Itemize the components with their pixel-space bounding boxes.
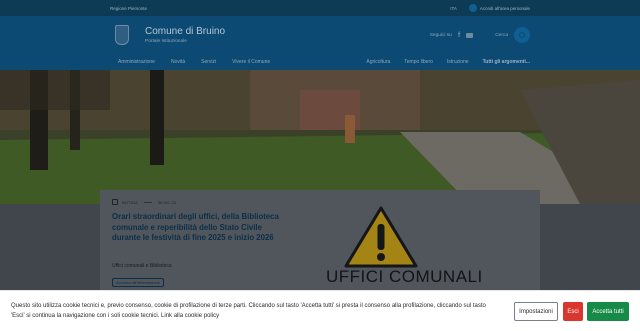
news-date: 30 DIC 24 [157,199,176,205]
cookie-settings-button[interactable]: Impostazioni [514,302,558,321]
social-links: Seguici su f [429,32,474,39]
region-link[interactable]: Regione Piemonte [110,6,450,11]
warning-sign-icon [344,206,418,268]
login-button[interactable]: Accedi all'area personale [468,4,530,12]
news-image-caption: UFFICI COMUNALI [326,267,483,286]
nav-item-tempo-libero[interactable]: Tempo libero [404,59,433,65]
brand[interactable]: Comune di Bruino Portale Istituzionale [145,26,430,44]
cookie-banner: Questo sito utilizza cookie tecnici e, p… [0,290,640,331]
nav-item-vivere[interactable]: Vivere il Comune [232,59,270,65]
calendar-icon [112,199,118,205]
nav-item-all-topics[interactable]: Tutti gli argomenti... [483,59,530,65]
slim-header: Regione Piemonte ITA Accedi all'area per… [0,0,640,16]
search-button[interactable] [514,27,530,43]
news-type: NOTIZIA [122,199,138,205]
search-label: Cerca [495,32,508,38]
follow-label: Seguici su [429,32,452,38]
main-navigation: Amministrazione Novità Servizi Vivere il… [0,54,640,70]
news-meta: NOTIZIA 30 DIC 24 [112,199,176,205]
nav-item-amministrazione[interactable]: Amministrazione [118,59,155,65]
nav-item-servizi[interactable]: Servizi [201,59,216,65]
meta-separator [143,201,152,203]
hero-image [0,70,640,204]
nav-item-novita[interactable]: Novità [171,59,185,65]
municipal-crest-icon[interactable] [115,25,129,45]
login-label: Accedi all'area personale [479,5,530,11]
facebook-icon[interactable]: f [458,32,460,39]
language-selector[interactable]: ITA [450,6,457,11]
youtube-icon[interactable] [466,32,474,38]
page-dimmed-overlay: Regione Piemonte ITA Accedi all'area per… [0,0,640,290]
news-office: Uffici comunali e Biblioteca [112,263,172,269]
center-header: Comune di Bruino Portale Istituzionale S… [0,16,640,54]
site-subtitle: Portale Istituzionale [145,39,187,44]
site-title: Comune di Bruino [145,26,226,37]
news-title-link[interactable]: Orari straordinari degli uffici, della B… [112,212,282,244]
news-card[interactable]: NOTIZIA 30 DIC 24 Orari straordinari deg… [100,190,540,290]
cookie-accept-button[interactable]: Accetta tutti [587,302,629,321]
cookie-exit-button[interactable]: Esci [563,302,583,321]
search-icon [519,32,525,38]
search-area: Cerca [495,27,530,43]
cookie-text: Questo sito utilizza cookie tecnici e, p… [11,303,486,319]
topic-chip[interactable]: Accesso all'informazione [112,278,164,287]
nav-item-agricoltura[interactable]: Agricoltura [366,59,390,65]
nav-item-istruzione[interactable]: Istruzione [447,59,469,65]
user-icon [468,4,477,12]
park-photo [0,70,640,204]
